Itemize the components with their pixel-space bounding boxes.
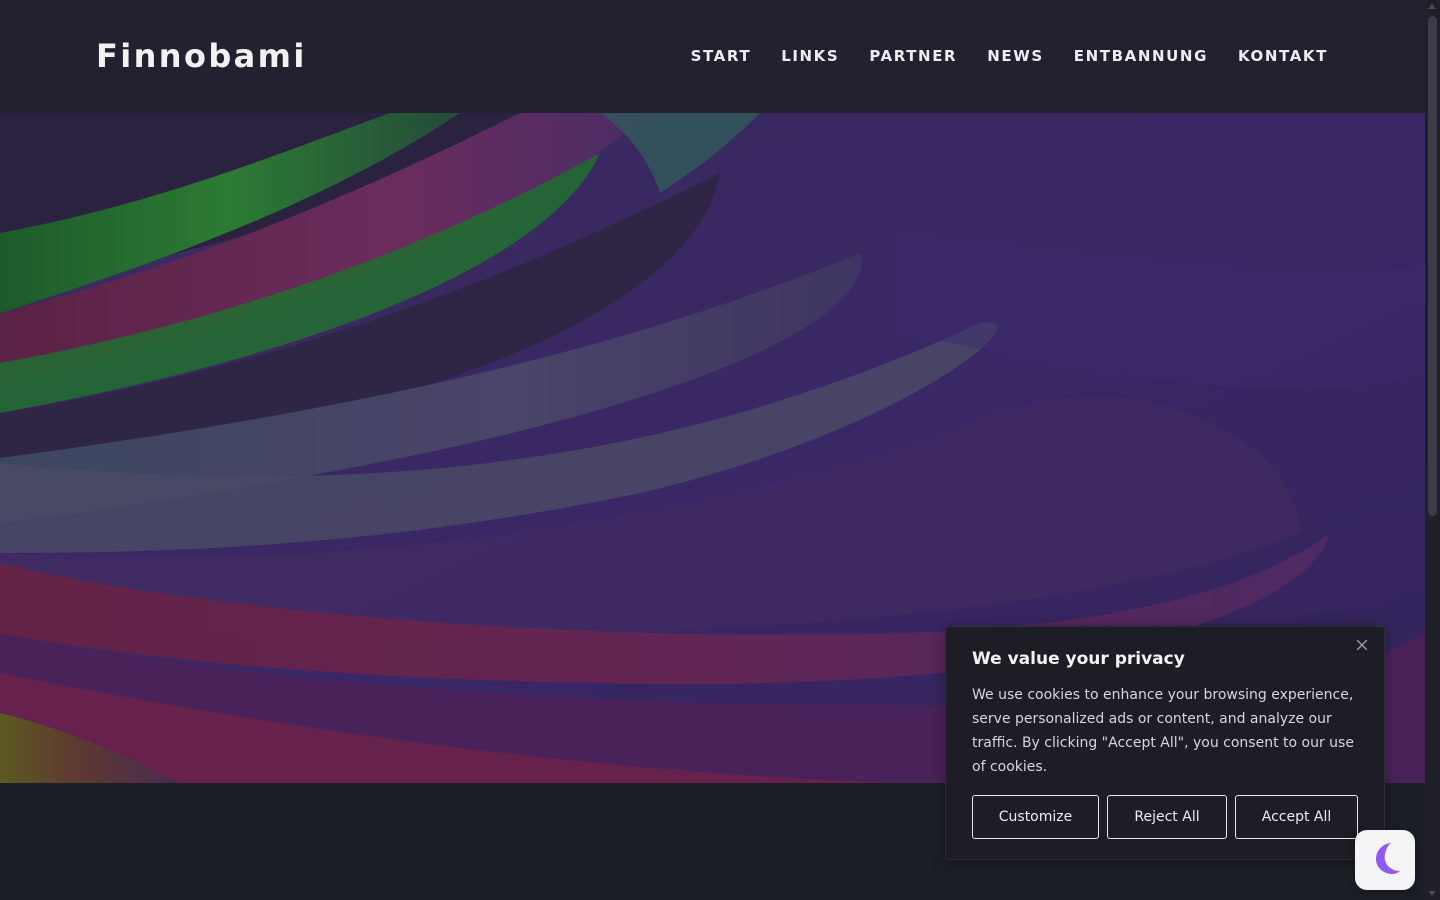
nav-item-links[interactable]: LINKS — [781, 46, 839, 66]
page: Finnobami START LINKS PARTNER NEWS ENTBA… — [0, 0, 1440, 900]
cookie-title: We value your privacy — [972, 649, 1185, 669]
reject-all-button[interactable]: Reject All — [1107, 795, 1227, 839]
site-header: Finnobami START LINKS PARTNER NEWS ENTBA… — [0, 0, 1425, 113]
nav-item-news[interactable]: NEWS — [987, 46, 1044, 66]
nav-item-partner[interactable]: PARTNER — [869, 46, 957, 66]
nav-item-kontakt[interactable]: KONTAKT — [1238, 46, 1328, 66]
cookie-button-group: Customize Reject All Accept All — [972, 795, 1358, 839]
scroll-down-icon[interactable] — [1428, 891, 1436, 896]
nav-item-start[interactable]: START — [691, 46, 752, 66]
accept-all-button[interactable]: Accept All — [1235, 795, 1358, 839]
moon-icon — [1365, 838, 1405, 882]
customize-button[interactable]: Customize — [972, 795, 1099, 839]
cookie-consent-banner: We value your privacy We use cookies to … — [945, 626, 1385, 860]
close-icon[interactable] — [1354, 637, 1370, 653]
scroll-thumb[interactable] — [1428, 16, 1437, 516]
site-logo[interactable]: Finnobami — [96, 34, 307, 78]
page-scrollbar[interactable] — [1425, 0, 1440, 900]
cookie-description: We use cookies to enhance your browsing … — [972, 687, 1354, 775]
main-nav: START LINKS PARTNER NEWS ENTBANNUNG KONT… — [691, 46, 1328, 66]
dark-mode-toggle[interactable] — [1355, 830, 1415, 890]
scroll-up-icon[interactable] — [1428, 4, 1436, 9]
nav-item-entbannung[interactable]: ENTBANNUNG — [1074, 46, 1208, 66]
